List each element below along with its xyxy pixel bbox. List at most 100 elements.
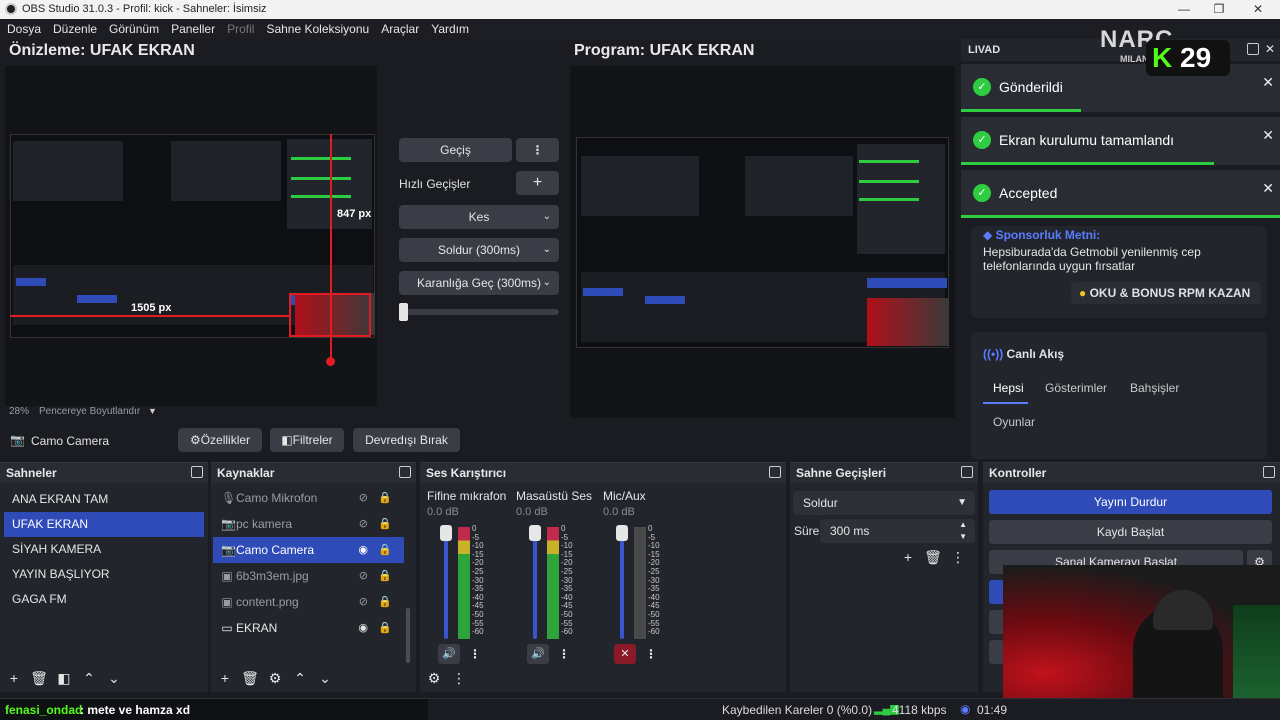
scene-transition-select[interactable]: Soldur ▼ [793, 491, 975, 515]
audio-settings-icon[interactable]: ⚙ [423, 668, 445, 688]
menu-araclar[interactable]: Araçlar [375, 19, 425, 39]
channel-menu-icon[interactable]: ⋮ [468, 644, 482, 664]
eye-hidden-icon[interactable]: ⊘ [359, 589, 368, 615]
volume-fader[interactable] [620, 527, 624, 639]
lock-icon[interactable]: 🔒 [378, 511, 392, 537]
move-up-icon[interactable]: ⌃ [78, 668, 100, 688]
transition-menu-icon[interactable]: ⋮ [947, 547, 969, 567]
tbar-track[interactable] [399, 309, 559, 315]
add-source-icon[interactable]: + [214, 668, 236, 688]
undock-icon[interactable] [1247, 43, 1259, 55]
channel-menu-icon[interactable]: ⋮ [557, 644, 571, 664]
sponsor-button[interactable]: ● OKU & BONUS RPM KAZAN [1071, 282, 1261, 304]
source-item[interactable]: ▣ 6b3m3em.jpg ⊘ 🔒 [213, 563, 404, 589]
eye-hidden-icon[interactable]: ⊘ [359, 563, 368, 589]
scene-item[interactable]: GAGA FM [4, 587, 204, 612]
move-up-icon[interactable]: ⌃ [289, 668, 311, 688]
lock-icon[interactable]: 🔒 [378, 589, 392, 615]
undock-icon[interactable] [399, 466, 411, 478]
transition-select-soldur[interactable]: Soldur (300ms) ⌄ [399, 238, 559, 262]
scene-filters-icon[interactable]: ◧ [53, 668, 75, 688]
move-down-icon[interactable]: ⌄ [314, 668, 336, 688]
transition-select-kes[interactable]: Kes ⌄ [399, 205, 559, 229]
eye-icon[interactable]: ◉ [358, 615, 368, 641]
tab-oyunlar[interactable]: Oyunlar [993, 415, 1035, 429]
fader-knob[interactable] [529, 525, 541, 541]
close-icon[interactable]: ✕ [1262, 127, 1274, 144]
mixer-menu-icon[interactable]: ⋮ [448, 668, 470, 688]
menu-gorunum[interactable]: Görünüm [103, 19, 165, 39]
fader-knob[interactable] [616, 525, 628, 541]
lock-icon[interactable]: 🔒 [378, 485, 392, 511]
source-item[interactable]: 📷Camo Camera ◉ 🔒 [213, 537, 404, 563]
lock-icon[interactable]: 🔒 [378, 615, 392, 641]
scene-item[interactable]: SİYAH KAMERA [4, 537, 204, 562]
undock-icon[interactable] [961, 466, 973, 478]
scene-item[interactable]: ANA EKRAN TAM [4, 487, 204, 512]
stop-stream-button[interactable]: Yayını Durdur [989, 490, 1272, 514]
remove-transition-icon[interactable]: 🗑 [922, 547, 944, 567]
menu-dosya[interactable]: Dosya [0, 19, 47, 39]
volume-fader[interactable] [444, 527, 448, 639]
menu-profil[interactable]: Profil [221, 19, 260, 39]
tab-bahsisler[interactable]: Bahşişler [1130, 381, 1179, 395]
remove-scene-icon[interactable]: 🗑 [28, 668, 50, 688]
tab-gosterimler[interactable]: Gösterimler [1045, 381, 1107, 395]
spinner-icon[interactable]: ▲ ▼ [959, 519, 967, 543]
close-icon[interactable]: ✕ [1262, 74, 1274, 91]
close-icon[interactable]: ✕ [1265, 42, 1275, 56]
close-icon[interactable]: ✕ [1248, 1, 1268, 18]
source-item[interactable]: ▣ content.png ⊘ 🔒 [213, 589, 404, 615]
muted-speaker-icon[interactable]: ✕ [614, 644, 636, 664]
tbar-handle[interactable] [399, 303, 408, 321]
speaker-icon[interactable]: 🔊 [527, 644, 549, 664]
speaker-icon[interactable]: 🔊 [438, 644, 460, 664]
start-record-button[interactable]: Kaydı Başlat [989, 520, 1272, 544]
fader-knob[interactable] [440, 525, 452, 541]
scene-item[interactable]: YAYIN BAŞLIYOR [4, 562, 204, 587]
source-item[interactable]: 🎙Camo Mikrofon ⊘ 🔒 [213, 485, 404, 511]
properties-button[interactable]: ⚙Özellikler [178, 428, 262, 452]
channel-menu-icon[interactable]: ⋮ [644, 644, 658, 664]
add-transition-icon[interactable]: + [897, 547, 919, 567]
scene-item[interactable]: UFAK EKRAN [4, 512, 204, 537]
menu-duzenle[interactable]: Düzenle [47, 19, 103, 39]
source-item[interactable]: ▭ EKRAN ◉ 🔒 [213, 615, 404, 641]
undock-icon[interactable] [191, 466, 203, 478]
duration-input[interactable]: 300 ms ▲ ▼ [820, 519, 975, 543]
menu-sahne-koleksiyonu[interactable]: Sahne Koleksiyonu [260, 19, 375, 39]
move-down-icon[interactable]: ⌄ [103, 668, 125, 688]
eye-hidden-icon[interactable]: ⊘ [359, 485, 368, 511]
transition-select-karanlik[interactable]: Karanlığa Geç (300ms) ⌄ [399, 271, 559, 295]
preview-canvas[interactable]: 847 px 1505 px [5, 66, 377, 406]
lock-icon[interactable]: 🔒 [378, 563, 392, 589]
eye-icon[interactable]: ◉ [358, 537, 368, 563]
deactivate-button[interactable]: Devredışı Bırak [353, 428, 460, 452]
menu-yardim[interactable]: Yardım [425, 19, 475, 39]
add-quick-transition-icon[interactable]: + [516, 171, 559, 195]
undock-icon[interactable] [1263, 466, 1275, 478]
zoom-chevron-icon[interactable]: ▼ [148, 406, 157, 416]
source-properties-icon[interactable]: ⚙ [264, 668, 286, 688]
minimize-icon[interactable]: — [1174, 1, 1194, 18]
lock-icon[interactable]: 🔒 [378, 537, 392, 563]
maximize-icon[interactable]: ❐ [1209, 1, 1229, 18]
menu-paneller[interactable]: Paneller [165, 19, 221, 39]
db-tick: -60 [648, 627, 660, 637]
filters-button[interactable]: ◧Filtreler [270, 428, 344, 452]
remove-source-icon[interactable]: 🗑 [239, 668, 261, 688]
add-scene-icon[interactable]: + [3, 668, 25, 688]
zoom-mode[interactable]: Pencereye Boyutlandır [39, 406, 140, 417]
eye-hidden-icon[interactable]: ⊘ [359, 511, 368, 537]
tab-hepsi[interactable]: Hepsi [993, 381, 1024, 395]
sponsor-title: ◆ Sponsorluk Metni: [983, 228, 1101, 242]
transition-menu-icon[interactable]: ⋮ [516, 138, 559, 162]
transition-button[interactable]: Geçiş [399, 138, 512, 162]
close-icon[interactable]: ✕ [1262, 180, 1274, 197]
undock-icon[interactable] [769, 466, 781, 478]
selection-box[interactable] [289, 293, 371, 337]
guide-handle[interactable] [326, 357, 335, 366]
source-item[interactable]: 📷pc kamera ⊘ 🔒 [213, 511, 404, 537]
volume-fader[interactable] [533, 527, 537, 639]
sources-scrollbar[interactable] [406, 608, 410, 663]
